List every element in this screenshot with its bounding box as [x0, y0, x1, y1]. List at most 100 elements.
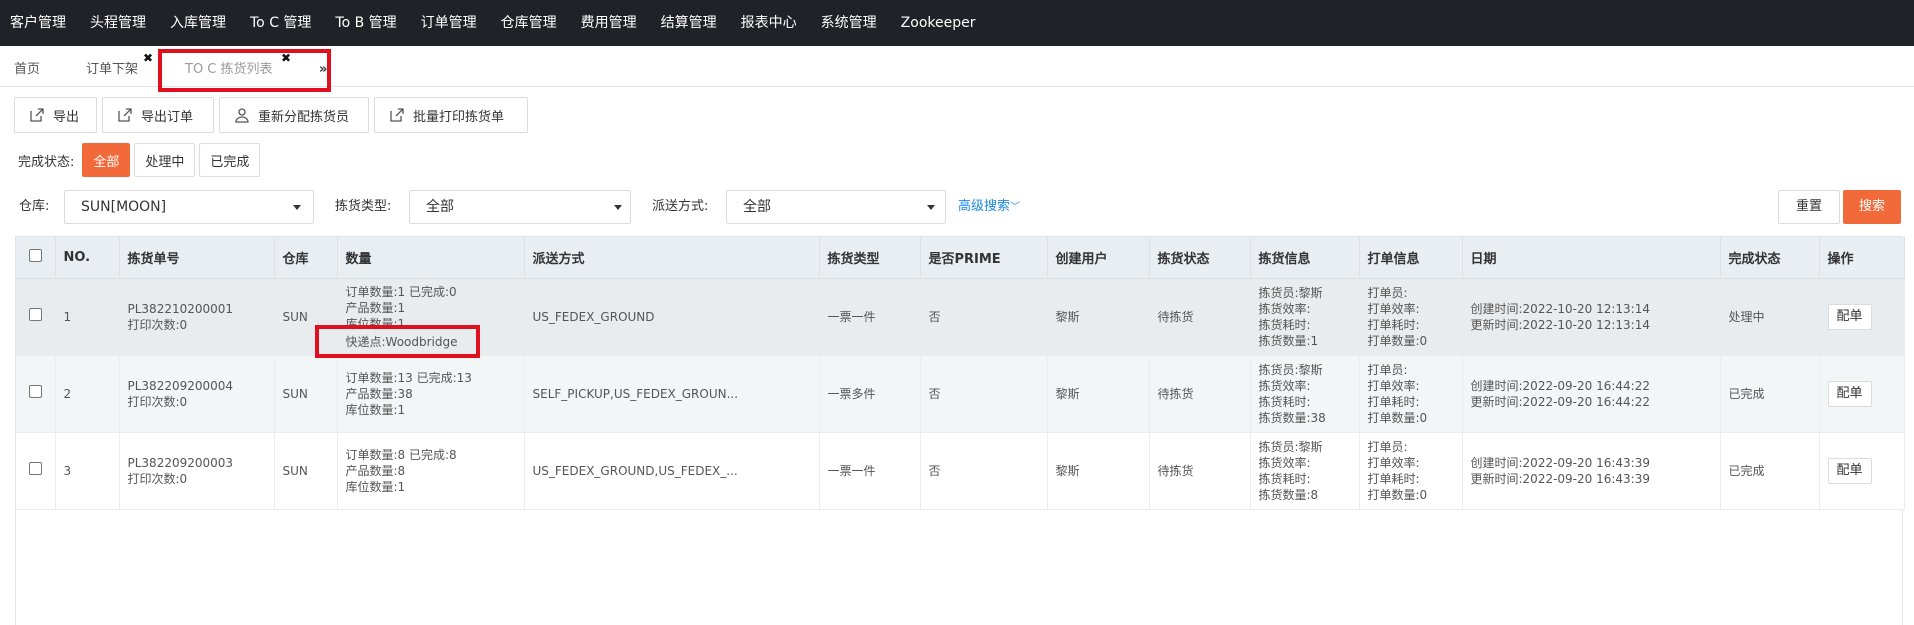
- qty-line: 订单数量:8 已完成:8: [345, 447, 457, 462]
- cell-pick-type: 一票多件: [819, 355, 921, 433]
- cell-print-info: 打单员: 打单效率: 打单耗时: 打单数量:0: [1359, 432, 1463, 510]
- export-label: 导出: [53, 109, 80, 125]
- table-row[interactable]: 1 PL382210200001 打印次数:0 SUN 订单数量:1 已完成:0 产…: [16, 278, 1905, 356]
- pick-type-select[interactable]: 全部: [409, 190, 631, 224]
- cell-ship: US_FEDEX_GROUND,US_FEDEX_...: [524, 432, 820, 510]
- export-icon: [390, 108, 404, 122]
- updated-time: 更新时间:2022-09-20 16:43:39: [1470, 471, 1651, 486]
- nav-toc[interactable]: To C 管理: [240, 0, 325, 46]
- cell-pick-status: 待拣货: [1149, 278, 1251, 356]
- nav-warehouse[interactable]: 仓库管理: [491, 0, 571, 46]
- checkbox[interactable]: [28, 248, 42, 262]
- qty-line: 产品数量:1: [345, 300, 406, 315]
- created-time: 创建时间:2022-09-20 16:44:22: [1470, 378, 1651, 393]
- nav-headhaul[interactable]: 头程管理: [80, 0, 160, 46]
- cell-pick-info: 拣货员:黎斯 拣货效率: 拣货耗时: 拣货数量:1: [1250, 278, 1360, 356]
- warehouse-label: 仓库:: [19, 199, 50, 214]
- batch-print-button[interactable]: 批量打印拣货单: [374, 97, 528, 133]
- assign-button[interactable]: 配单: [1827, 380, 1872, 407]
- nav-tob[interactable]: To B 管理: [325, 0, 410, 46]
- export-button[interactable]: 导出: [14, 97, 97, 133]
- cell-pick-no: PL382210200001 打印次数:0: [119, 278, 275, 356]
- status-processing-button[interactable]: 处理中: [134, 143, 196, 177]
- print-count: 打印次数:0: [127, 317, 188, 332]
- table-header: NO. 拣货单号 仓库 数量 派送方式 拣货类型 是否PRIME 创建用户 拣货…: [16, 237, 1905, 279]
- checkbox[interactable]: [28, 462, 42, 475]
- qty-line: 产品数量:8: [345, 463, 406, 478]
- cell-date: 创建时间:2022-09-20 16:43:39 更新时间:2022-09-20 …: [1462, 432, 1721, 510]
- cell-ship: US_FEDEX_GROUND: [524, 278, 820, 356]
- status-all-button[interactable]: 全部: [82, 143, 131, 177]
- row-checkbox-cell[interactable]: [16, 355, 56, 433]
- ship-method-label: 派送方式:: [652, 199, 709, 214]
- export-order-button[interactable]: 导出订单: [102, 97, 214, 133]
- cell-pick-type: 一票一件: [819, 278, 921, 356]
- qty-line: 库位数量:1: [345, 479, 406, 494]
- checkbox[interactable]: [28, 385, 42, 398]
- nav-system[interactable]: 系统管理: [811, 0, 891, 46]
- cell-user: 黎斯: [1047, 278, 1150, 356]
- col-pick-status: 拣货状态: [1149, 237, 1251, 279]
- cell-user: 黎斯: [1047, 432, 1150, 510]
- toolbar: 导出 导出订单 重新分配拣货员 批量打印拣货单: [14, 97, 528, 133]
- nav-customer[interactable]: 客户管理: [0, 0, 80, 46]
- select-all-checkbox[interactable]: [16, 237, 56, 279]
- pick-info-line: 拣货耗时:: [1258, 394, 1311, 409]
- highlight-box-express-point: [315, 325, 480, 358]
- nav-zookeeper[interactable]: Zookeeper: [891, 0, 990, 46]
- print-info-line: 打单效率:: [1367, 301, 1420, 316]
- reassign-picker-button[interactable]: 重新分配拣货员: [219, 97, 369, 133]
- chevron-down-icon: [293, 205, 301, 210]
- pick-info-line: 拣货数量:38: [1258, 410, 1326, 425]
- tab-order-down-label: 订单下架: [86, 62, 139, 77]
- tab-order-down[interactable]: 订单下架: [86, 47, 138, 87]
- col-user: 创建用户: [1047, 237, 1150, 279]
- assign-button[interactable]: 配单: [1827, 457, 1872, 484]
- qty-line: 订单数量:1 已完成:0: [345, 284, 457, 299]
- print-info-line: 打单数量:0: [1367, 333, 1428, 348]
- cell-done: 已完成: [1720, 432, 1820, 510]
- table-row[interactable]: 2 PL382209200004 打印次数:0 SUN 订单数量:13 已完成:1…: [16, 355, 1905, 433]
- advanced-search-link[interactable]: 高级搜索﹀: [958, 190, 1020, 224]
- status-done-button[interactable]: 已完成: [199, 143, 261, 177]
- chevron-down-icon: ﹀: [1010, 202, 1021, 213]
- nav-settlement[interactable]: 结算管理: [651, 0, 731, 46]
- nav-fees[interactable]: 费用管理: [571, 0, 651, 46]
- print-info-line: 打单员:: [1367, 439, 1408, 454]
- updated-time: 更新时间:2022-10-20 12:13:14: [1470, 317, 1651, 332]
- reset-button[interactable]: 重置: [1778, 190, 1840, 224]
- row-checkbox-cell[interactable]: [16, 432, 56, 510]
- nav-inbound[interactable]: 入库管理: [160, 0, 240, 46]
- pick-no: PL382210200001: [127, 301, 234, 316]
- cell-date: 创建时间:2022-09-20 16:44:22 更新时间:2022-09-20 …: [1462, 355, 1721, 433]
- table-row[interactable]: 3 PL382209200003 打印次数:0 SUN 订单数量:8 已完成:8 产…: [16, 432, 1905, 510]
- nav-orders[interactable]: 订单管理: [411, 0, 491, 46]
- assign-button[interactable]: 配单: [1827, 303, 1872, 330]
- reassign-label: 重新分配拣货员: [258, 109, 350, 125]
- cell-op: 配单: [1819, 432, 1905, 510]
- cell-pick-info: 拣货员:黎斯 拣货效率: 拣货耗时: 拣货数量:8: [1250, 432, 1360, 510]
- chevron-down-icon: [614, 205, 622, 210]
- cell-pick-info: 拣货员:黎斯 拣货效率: 拣货耗时: 拣货数量:38: [1250, 355, 1360, 433]
- cell-qty: 订单数量:8 已完成:8 产品数量:8 库位数量:1: [337, 432, 525, 510]
- col-op: 操作: [1819, 237, 1905, 279]
- cell-prime: 否: [920, 432, 1048, 510]
- updated-time: 更新时间:2022-09-20 16:44:22: [1470, 394, 1651, 409]
- close-icon[interactable]: ✖: [143, 51, 153, 65]
- print-info-line: 打单耗时:: [1367, 317, 1420, 332]
- tab-home[interactable]: 首页: [14, 47, 40, 87]
- row-checkbox-cell[interactable]: [16, 278, 56, 356]
- ship-method-select[interactable]: 全部: [726, 190, 946, 224]
- qty-line: 库位数量:1: [345, 402, 406, 417]
- col-date: 日期: [1462, 237, 1721, 279]
- nav-reports[interactable]: 报表中心: [731, 0, 811, 46]
- created-time: 创建时间:2022-09-20 16:43:39: [1470, 455, 1651, 470]
- search-button[interactable]: 搜索: [1843, 190, 1901, 224]
- pick-info-line: 拣货效率:: [1258, 378, 1311, 393]
- col-warehouse: 仓库: [274, 237, 338, 279]
- checkbox[interactable]: [28, 308, 42, 321]
- highlight-box-tab: [158, 49, 331, 92]
- filter-row: 仓库: SUN[MOON] 拣货类型: 全部 派送方式: 全部 高级搜索﹀ 重置…: [0, 190, 1914, 224]
- warehouse-select[interactable]: SUN[MOON]: [64, 190, 314, 224]
- batch-print-label: 批量打印拣货单: [413, 109, 505, 125]
